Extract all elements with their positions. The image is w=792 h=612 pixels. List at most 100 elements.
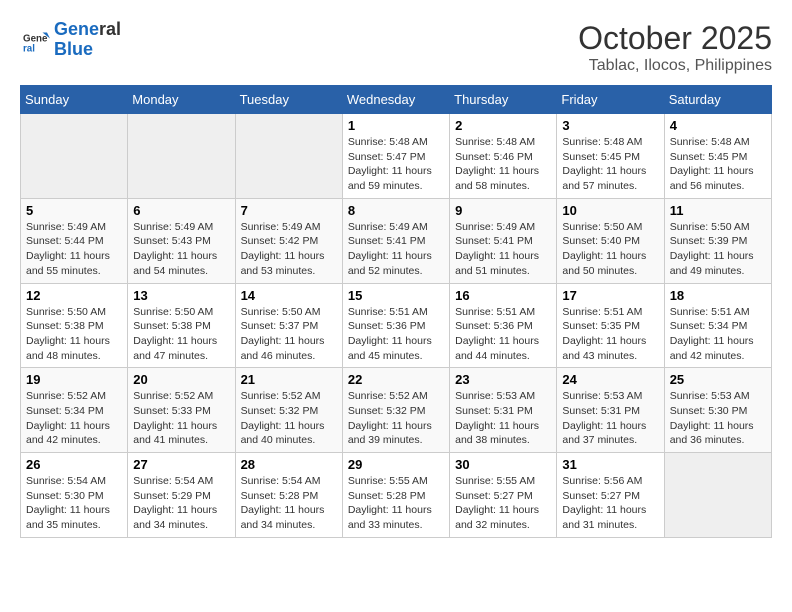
day-number: 23 [455,372,551,387]
day-number: 2 [455,118,551,133]
day-number: 18 [670,288,766,303]
calendar-cell: 5 Sunrise: 5:49 AM Sunset: 5:44 PM Daylig… [21,198,128,283]
calendar-cell: 23 Sunrise: 5:53 AM Sunset: 5:31 PM Dayli… [450,368,557,453]
calendar-cell: 11 Sunrise: 5:50 AM Sunset: 5:39 PM Dayli… [664,198,771,283]
calendar-cell: 16 Sunrise: 5:51 AM Sunset: 5:36 PM Dayli… [450,283,557,368]
day-number: 8 [348,203,444,218]
day-info: Sunrise: 5:54 AM Sunset: 5:28 PM Dayligh… [241,474,337,533]
day-number: 28 [241,457,337,472]
calendar-cell: 30 Sunrise: 5:55 AM Sunset: 5:27 PM Dayli… [450,453,557,538]
day-info: Sunrise: 5:49 AM Sunset: 5:44 PM Dayligh… [26,220,122,279]
day-number: 26 [26,457,122,472]
location-subtitle: Tablac, Ilocos, Philippines [578,57,772,75]
calendar-cell: 26 Sunrise: 5:54 AM Sunset: 5:30 PM Dayli… [21,453,128,538]
day-info: Sunrise: 5:51 AM Sunset: 5:36 PM Dayligh… [455,305,551,364]
day-info: Sunrise: 5:53 AM Sunset: 5:31 PM Dayligh… [455,389,551,448]
day-info: Sunrise: 5:56 AM Sunset: 5:27 PM Dayligh… [562,474,658,533]
calendar-cell: 6 Sunrise: 5:49 AM Sunset: 5:43 PM Daylig… [128,198,235,283]
day-info: Sunrise: 5:51 AM Sunset: 5:35 PM Dayligh… [562,305,658,364]
day-info: Sunrise: 5:52 AM Sunset: 5:33 PM Dayligh… [133,389,229,448]
day-info: Sunrise: 5:48 AM Sunset: 5:47 PM Dayligh… [348,135,444,194]
svg-text:ral: ral [23,43,35,54]
day-number: 3 [562,118,658,133]
day-number: 12 [26,288,122,303]
title-block: October 2025 Tablac, Ilocos, Philippines [578,20,772,75]
day-info: Sunrise: 5:54 AM Sunset: 5:30 PM Dayligh… [26,474,122,533]
day-info: Sunrise: 5:49 AM Sunset: 5:43 PM Dayligh… [133,220,229,279]
calendar-cell: 24 Sunrise: 5:53 AM Sunset: 5:31 PM Dayli… [557,368,664,453]
day-info: Sunrise: 5:55 AM Sunset: 5:27 PM Dayligh… [455,474,551,533]
day-info: Sunrise: 5:52 AM Sunset: 5:32 PM Dayligh… [241,389,337,448]
dow-header-wednesday: Wednesday [342,86,449,114]
calendar-cell: 8 Sunrise: 5:49 AM Sunset: 5:41 PM Daylig… [342,198,449,283]
day-number: 30 [455,457,551,472]
day-info: Sunrise: 5:50 AM Sunset: 5:37 PM Dayligh… [241,305,337,364]
calendar-cell [128,114,235,199]
calendar-cell [21,114,128,199]
day-number: 1 [348,118,444,133]
dow-header-saturday: Saturday [664,86,771,114]
calendar-cell: 21 Sunrise: 5:52 AM Sunset: 5:32 PM Dayli… [235,368,342,453]
day-number: 13 [133,288,229,303]
day-number: 21 [241,372,337,387]
day-number: 17 [562,288,658,303]
day-info: Sunrise: 5:52 AM Sunset: 5:32 PM Dayligh… [348,389,444,448]
dow-header-monday: Monday [128,86,235,114]
day-number: 11 [670,203,766,218]
calendar-cell: 18 Sunrise: 5:51 AM Sunset: 5:34 PM Dayli… [664,283,771,368]
day-number: 14 [241,288,337,303]
calendar-cell: 17 Sunrise: 5:51 AM Sunset: 5:35 PM Dayli… [557,283,664,368]
calendar-cell: 1 Sunrise: 5:48 AM Sunset: 5:47 PM Daylig… [342,114,449,199]
dow-header-sunday: Sunday [21,86,128,114]
calendar-table: SundayMondayTuesdayWednesdayThursdayFrid… [20,85,772,538]
calendar-cell [235,114,342,199]
calendar-cell: 20 Sunrise: 5:52 AM Sunset: 5:33 PM Dayli… [128,368,235,453]
day-number: 9 [455,203,551,218]
day-info: Sunrise: 5:50 AM Sunset: 5:38 PM Dayligh… [26,305,122,364]
day-info: Sunrise: 5:49 AM Sunset: 5:41 PM Dayligh… [348,220,444,279]
day-number: 6 [133,203,229,218]
calendar-cell: 28 Sunrise: 5:54 AM Sunset: 5:28 PM Dayli… [235,453,342,538]
calendar-cell: 15 Sunrise: 5:51 AM Sunset: 5:36 PM Dayli… [342,283,449,368]
calendar-cell: 22 Sunrise: 5:52 AM Sunset: 5:32 PM Dayli… [342,368,449,453]
day-number: 4 [670,118,766,133]
day-number: 22 [348,372,444,387]
day-info: Sunrise: 5:54 AM Sunset: 5:29 PM Dayligh… [133,474,229,533]
day-info: Sunrise: 5:55 AM Sunset: 5:28 PM Dayligh… [348,474,444,533]
day-number: 5 [26,203,122,218]
day-info: Sunrise: 5:48 AM Sunset: 5:45 PM Dayligh… [562,135,658,194]
day-info: Sunrise: 5:49 AM Sunset: 5:41 PM Dayligh… [455,220,551,279]
calendar-cell: 2 Sunrise: 5:48 AM Sunset: 5:46 PM Daylig… [450,114,557,199]
calendar-cell: 7 Sunrise: 5:49 AM Sunset: 5:42 PM Daylig… [235,198,342,283]
day-info: Sunrise: 5:48 AM Sunset: 5:46 PM Dayligh… [455,135,551,194]
day-info: Sunrise: 5:50 AM Sunset: 5:39 PM Dayligh… [670,220,766,279]
calendar-cell: 27Sunrise: 5:54 AM Sunset: 5:29 PM Dayli… [128,453,235,538]
day-number: 16 [455,288,551,303]
calendar-cell: 10 Sunrise: 5:50 AM Sunset: 5:40 PM Dayli… [557,198,664,283]
dow-header-tuesday: Tuesday [235,86,342,114]
day-info: Sunrise: 5:51 AM Sunset: 5:34 PM Dayligh… [670,305,766,364]
logo: Gene ral General Blue [20,20,121,60]
day-number: 10 [562,203,658,218]
logo-line1: General [54,20,121,40]
day-number: 24 [562,372,658,387]
day-number: 15 [348,288,444,303]
logo-icon: Gene ral [20,25,50,55]
day-number: 20 [133,372,229,387]
month-title: October 2025 [578,20,772,57]
day-number: 31 [562,457,658,472]
day-number: 7 [241,203,337,218]
day-info: Sunrise: 5:51 AM Sunset: 5:36 PM Dayligh… [348,305,444,364]
day-info: Sunrise: 5:53 AM Sunset: 5:31 PM Dayligh… [562,389,658,448]
day-info: Sunrise: 5:50 AM Sunset: 5:40 PM Dayligh… [562,220,658,279]
day-info: Sunrise: 5:49 AM Sunset: 5:42 PM Dayligh… [241,220,337,279]
dow-header-thursday: Thursday [450,86,557,114]
calendar-cell: 9 Sunrise: 5:49 AM Sunset: 5:41 PM Daylig… [450,198,557,283]
calendar-cell: 12 Sunrise: 5:50 AM Sunset: 5:38 PM Dayli… [21,283,128,368]
day-info: Sunrise: 5:48 AM Sunset: 5:45 PM Dayligh… [670,135,766,194]
calendar-cell: 14 Sunrise: 5:50 AM Sunset: 5:37 PM Dayli… [235,283,342,368]
day-number: 29 [348,457,444,472]
calendar-cell: 13Sunrise: 5:50 AM Sunset: 5:38 PM Dayli… [128,283,235,368]
calendar-cell: 19Sunrise: 5:52 AM Sunset: 5:34 PM Dayli… [21,368,128,453]
calendar-cell [664,453,771,538]
